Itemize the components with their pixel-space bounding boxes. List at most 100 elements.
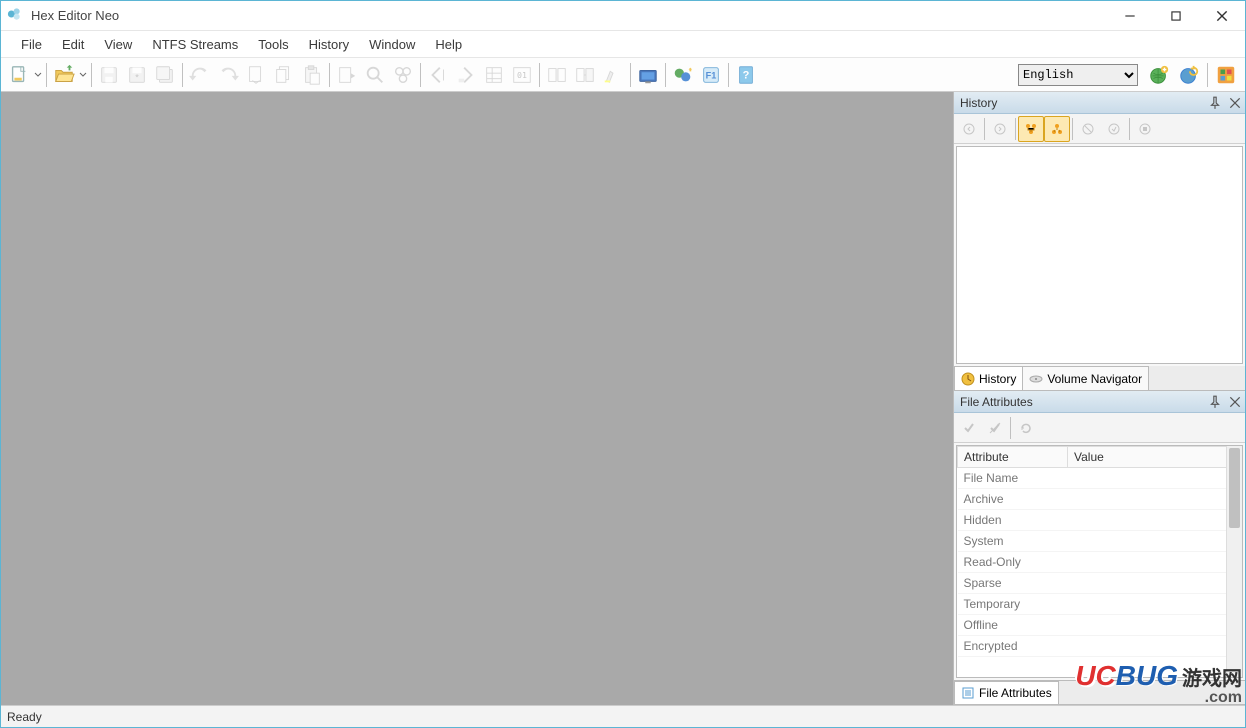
table-row[interactable]: System [958,531,1242,552]
history-tab-strip: History Volume Navigator [954,366,1245,390]
attr-name: Archive [958,489,1068,510]
attr-value [1068,615,1242,636]
copy-button[interactable] [270,61,298,89]
table-row[interactable]: File Name [958,468,1242,489]
tab-file-attributes[interactable]: File Attributes [954,681,1059,704]
tab-volume-navigator-label: Volume Navigator [1047,372,1142,386]
attr-value [1068,573,1242,594]
bookmark-prev-button[interactable] [424,61,452,89]
scrollbar-thumb[interactable] [1229,448,1240,528]
new-file-dropdown[interactable] [33,61,43,89]
titlebar: Hex Editor Neo [1,1,1245,31]
find-all-button[interactable] [389,61,417,89]
table-row[interactable]: Sparse [958,573,1242,594]
window-title: Hex Editor Neo [31,8,1107,23]
svg-text:01: 01 [517,69,527,79]
close-panel-button[interactable] [1225,92,1245,113]
globe-add-button[interactable] [1144,61,1174,89]
maximize-button[interactable] [1153,1,1199,30]
undo-button[interactable] [186,61,214,89]
cut-button[interactable] [242,61,270,89]
history-back-button[interactable] [956,116,982,142]
table-row[interactable]: Temporary [958,594,1242,615]
paste-button[interactable] [298,61,326,89]
structure-button[interactable] [480,61,508,89]
menu-view[interactable]: View [94,33,142,56]
attr-apply-button[interactable] [956,415,982,441]
save-as-button[interactable]: * [123,61,151,89]
column-value[interactable]: Value [1068,447,1242,468]
file-attributes-table: Attribute Value File NameArchiveHiddenSy… [957,446,1242,657]
help-button[interactable]: ? [732,61,760,89]
open-file-button[interactable] [50,61,78,89]
toolbar-separator [728,63,729,87]
pin-button[interactable] [1205,391,1225,412]
menu-help[interactable]: Help [425,33,472,56]
clock-icon [961,372,975,386]
new-file-button[interactable] [5,61,33,89]
history-forward-button[interactable] [987,116,1013,142]
globe-reload-button[interactable] [1174,61,1204,89]
history-list [956,146,1243,364]
menu-edit[interactable]: Edit [52,33,94,56]
patch-button[interactable] [571,61,599,89]
table-row[interactable]: Offline [958,615,1242,636]
history-clear-button[interactable] [1132,116,1158,142]
attr-name: Temporary [958,594,1068,615]
column-attribute[interactable]: Attribute [958,447,1068,468]
menu-window[interactable]: Window [359,33,425,56]
history-purge-button[interactable] [1075,116,1101,142]
tab-volume-navigator[interactable]: Volume Navigator [1022,366,1149,390]
toolbar-separator [329,63,330,87]
highlight-button[interactable] [599,61,627,89]
editor-area [1,92,953,705]
close-panel-button[interactable] [1225,391,1245,412]
binary-button[interactable]: 01 [508,61,536,89]
goto-button[interactable] [333,61,361,89]
svg-text:F1: F1 [706,70,717,80]
attr-value [1068,552,1242,573]
open-file-dropdown[interactable] [78,61,88,89]
attr-value [1068,636,1242,657]
find-button[interactable] [361,61,389,89]
history-toolbar [954,114,1245,144]
redo-button[interactable] [214,61,242,89]
pin-button[interactable] [1205,92,1225,113]
scrollbar[interactable] [1226,446,1242,677]
attr-refresh-button[interactable] [1013,415,1039,441]
svg-text:*: * [135,72,139,82]
statusbar: Ready [1,705,1245,727]
attr-name: Hidden [958,510,1068,531]
toolbar-separator [1015,118,1016,140]
attr-value [1068,594,1242,615]
menu-history[interactable]: History [299,33,359,56]
toolbar-separator [665,63,666,87]
save-all-button[interactable] [151,61,179,89]
function-button[interactable]: F1 [697,61,725,89]
history-panel: History [954,92,1245,391]
minimize-button[interactable] [1107,1,1153,30]
tab-history[interactable]: History [954,366,1023,390]
compare-button[interactable] [543,61,571,89]
attr-reset-button[interactable] [982,415,1008,441]
language-select[interactable]: English [1018,64,1138,86]
toolbar-separator [630,63,631,87]
history-tree-button[interactable] [1018,116,1044,142]
attr-value [1068,468,1242,489]
menu-file[interactable]: File [11,33,52,56]
menu-ntfs-streams[interactable]: NTFS Streams [142,33,248,56]
table-row[interactable]: Encrypted [958,636,1242,657]
process-button[interactable] [634,61,662,89]
table-row[interactable]: Archive [958,489,1242,510]
save-button[interactable] [95,61,123,89]
table-row[interactable]: Read-Only [958,552,1242,573]
settings-button[interactable] [1211,61,1241,89]
refresh-button[interactable] [669,61,697,89]
menu-tools[interactable]: Tools [248,33,298,56]
toolbar-separator [1010,417,1011,439]
table-row[interactable]: Hidden [958,510,1242,531]
bookmark-next-button[interactable] [452,61,480,89]
history-branch-button[interactable] [1044,116,1070,142]
history-save-button[interactable] [1101,116,1127,142]
close-button[interactable] [1199,1,1245,30]
